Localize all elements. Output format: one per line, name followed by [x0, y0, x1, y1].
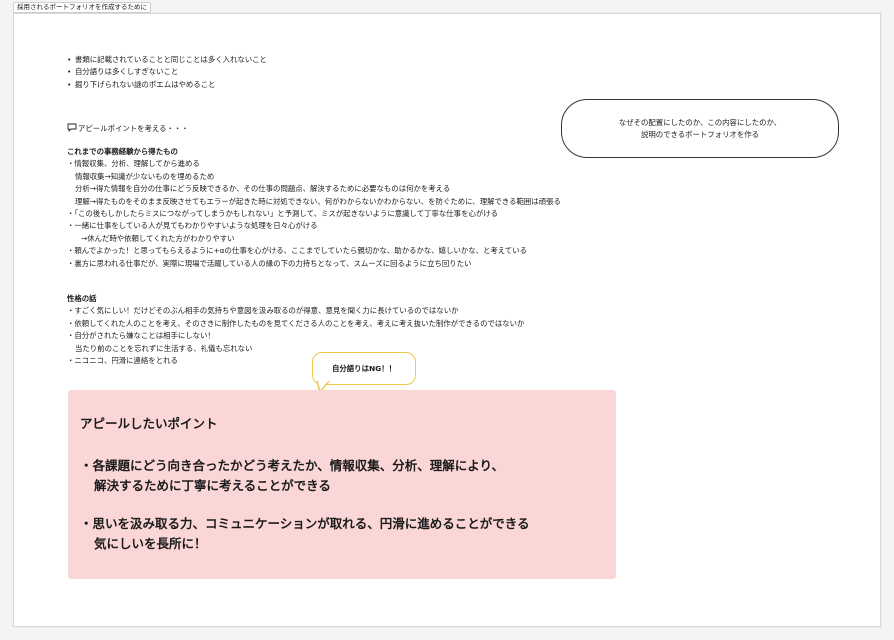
appeal-box[interactable]: アピールしたいポイント ・各課題にどう向き合ったかどう考えたか、情報収集、分析、…	[68, 390, 616, 579]
experience-section[interactable]: これまでの事務経験から得たもの ・情報収集、分析、理解してから進める 情報収集→…	[67, 146, 561, 270]
personality-line: ・ニコニコ、円滑に連絡をとれる	[67, 356, 178, 366]
appeal-heading[interactable]: アピールポイントを考える・・・	[67, 123, 189, 135]
appeal-point-line: 解決するために丁寧に考えることができる	[94, 478, 331, 493]
note-bubble-line: なぜその配置にしたのか、この内容にしたのか、	[618, 117, 782, 127]
personality-line: ・すごく気にしい！だけどそのぶん相手の気持ちや意図を汲み取るのが得意、意見を聞く…	[67, 306, 459, 316]
experience-line: ・「この後もしかしたらミスにつながってしまうかもしれない」と予測して、ミスが起き…	[67, 209, 499, 219]
appeal-box-title: アピールしたいポイント	[80, 416, 218, 431]
whiteboard-canvas: 採用されるポートフォリオを作成するために • 書類に記載されていることと同じこと…	[0, 0, 894, 640]
bullet-dot: •	[67, 67, 72, 77]
caution-list[interactable]: • 書類に記載されていることと同じことは多く入れないこと • 自分語りは多くしす…	[67, 54, 267, 91]
frame-title[interactable]: 採用されるポートフォリオを作成するために	[13, 2, 151, 13]
bullet-dot: •	[67, 55, 72, 64]
appeal-point-line: ・各課題にどう向き合ったかどう考えたか、情報収集、分析、理解により、	[80, 458, 505, 473]
bullet-dot: •	[67, 79, 72, 89]
personality-line: ・依頼してくれた人のことを考え、そのさきに制作したものを見てくださる人のことを考…	[67, 318, 525, 328]
experience-line: 理解→得たものをそのまま反映させてもエラーが起きた時に対処できない、何がわからな…	[75, 196, 561, 206]
experience-line: 分析→得た情報を自分の仕事にどう反映できるか、その仕事の問題点、解決するために必…	[75, 184, 451, 194]
experience-line: →休んだ時や依頼してくれた方がわかりやすい	[81, 233, 235, 243]
appeal-heading-text: アピールポイントを考える・・・	[78, 124, 189, 133]
list-item: • 掘り下げられない謎のポエムはやめること	[67, 79, 267, 91]
list-item-text: 書類に記載されていることと同じことは多く入れないこと	[75, 55, 267, 64]
callout-text: 自分語りはNG！！	[332, 364, 396, 373]
experience-line: ・一緒に仕事をしている人が見てもわかりやすいような処理を日々心がける	[67, 221, 318, 231]
personality-line: 当たり前のことを忘れずに生活する、礼儀も忘れない	[75, 343, 253, 353]
experience-line: ・頼んでよかった！と思ってもらえるように+αの仕事を心がける、ここまでしていたら…	[67, 246, 527, 256]
experience-heading: これまでの事務経験から得たもの	[67, 147, 178, 156]
experience-line: ・裏方に思われる仕事だが、実際に現場で活躍している人の縁の下の力持ちとなって、ス…	[67, 258, 472, 268]
appeal-point: ・各課題にどう向き合ったかどう考えたか、情報収集、分析、理解により、 解決するた…	[80, 456, 504, 496]
note-bubble-line: 説明のできるポートフォリオを作る	[640, 129, 760, 139]
appeal-point-line: ・思いを汲み取る力、コミュニケーションが取れる、円滑に進めることができる	[80, 516, 530, 531]
personality-section[interactable]: 性格の話 ・すごく気にしい！だけどそのぶん相手の気持ちや意図を汲み取るのが得意、…	[67, 293, 524, 367]
list-item-text: 自分語りは多くしすぎないこと	[75, 67, 179, 77]
personality-heading: 性格の話	[67, 294, 97, 303]
speech-bubble-icon	[67, 123, 77, 132]
personality-line: ・自分がされたら嫌なことは相手にしない！	[67, 331, 215, 341]
list-item-text: 掘り下げられない謎のポエムはやめること	[75, 79, 216, 89]
appeal-point-line: 気にしいを長所に！	[94, 536, 207, 551]
frame[interactable]: • 書類に記載されていることと同じことは多く入れないこと • 自分語りは多くしす…	[13, 13, 881, 627]
experience-line: 情報収集→知識が少ないものを埋めるため	[75, 171, 215, 181]
appeal-point: ・思いを汲み取る力、コミュニケーションが取れる、円滑に進めることができる 気にし…	[80, 514, 530, 554]
list-item: • 自分語りは多くしすぎないこと	[67, 66, 267, 78]
experience-line: ・情報収集、分析、理解してから進める	[67, 159, 200, 169]
list-item: • 書類に記載されていることと同じことは多く入れないこと	[67, 54, 267, 66]
note-bubble[interactable]: なぜその配置にしたのか、この内容にしたのか、 説明のできるポートフォリオを作る	[561, 99, 839, 158]
